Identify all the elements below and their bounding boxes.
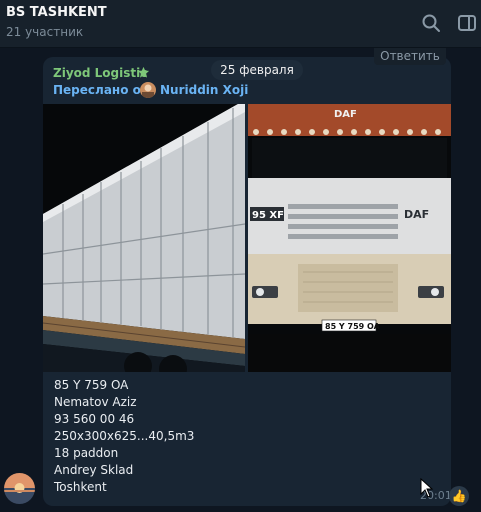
forwarded-channel-name[interactable]: Ziyod Logistic [53,66,147,80]
caption-line: Andrey Sklad [54,463,134,477]
forwarded-author-name[interactable]: Nuriddin Xoji [160,83,248,97]
message-bubble[interactable]: Ziyod Logistic Переслано от Nuriddin Xoj… [43,57,451,506]
member-count: 21 участник [6,25,84,39]
sidebar-toggle-icon[interactable] [456,12,478,34]
license-plate: 85 Y 759 OA [325,322,381,331]
reply-button[interactable]: Ответить [374,48,446,65]
truck-cargo-photo[interactable] [43,104,245,372]
chat-header[interactable]: BS TASHKENT 21 участник [0,0,481,48]
forwarded-author-avatar[interactable] [140,82,156,98]
caption-line: Nematov Aziz [54,395,137,409]
caption-line: Toshkent [54,480,107,494]
grille-badge: DAF [404,208,429,221]
star-icon [137,66,150,78]
reaction-thumbs-up[interactable]: 👍 [449,486,469,506]
mouse-cursor-icon [420,478,434,498]
date-badge: 25 февраля [211,60,303,80]
daf-truck-front-photo[interactable]: DAF 95 XF DAF 85 Y 759 OA [248,104,451,372]
chat-title[interactable]: BS TASHKENT [6,5,107,20]
caption-line: 18 paddon [54,446,119,460]
message-caption: 85 Y 759 OA Nematov Aziz 93 560 00 46 25… [54,377,414,496]
caption-line: 85 Y 759 OA [54,378,129,392]
caption-line: 250x300x625...40,5m3 [54,429,195,443]
cab-badge: DAF [334,109,357,120]
caption-line: 93 560 00 46 [54,412,135,426]
forwarded-label: Переслано от [53,83,148,97]
model-badge: 95 XF [252,210,284,221]
search-icon[interactable] [420,12,442,34]
sender-avatar[interactable] [4,473,35,504]
